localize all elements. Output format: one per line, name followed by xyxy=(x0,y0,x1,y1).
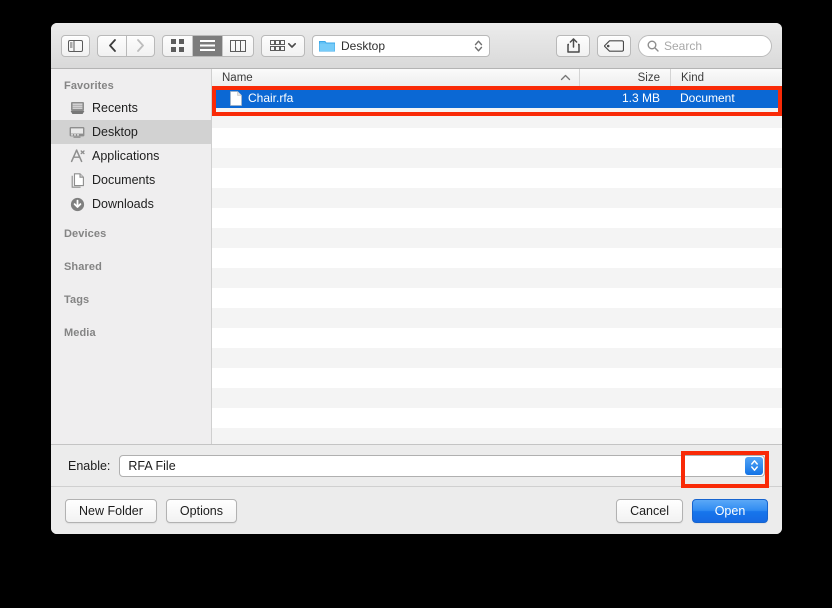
folder-icon xyxy=(319,41,335,52)
sidebar-item-recents[interactable]: Recents xyxy=(51,96,211,120)
location-popup-button[interactable]: Desktop xyxy=(312,34,490,57)
empty-row xyxy=(212,388,782,408)
sidebar-header-media: Media xyxy=(64,327,96,339)
table-row[interactable]: Chair.rfa 1.3 MB Document xyxy=(212,88,782,108)
enable-label: Enable: xyxy=(68,458,111,473)
list-icon xyxy=(200,40,215,51)
column-header-name[interactable]: Name xyxy=(212,72,579,84)
arrange-grid-icon xyxy=(270,39,285,51)
empty-row xyxy=(212,308,782,328)
sidebar-item-label: Applications xyxy=(92,149,160,163)
sidebar-header-tags: Tags xyxy=(64,294,90,306)
enable-select-value: RFA File xyxy=(128,458,176,473)
empty-row xyxy=(212,408,782,428)
sidebar-item-desktop[interactable]: Desktop xyxy=(51,120,211,144)
empty-row xyxy=(212,368,782,388)
column-header-row: Name Size Kind xyxy=(212,69,782,88)
sidebar-item-label: Documents xyxy=(92,173,156,187)
tag-icon xyxy=(604,39,624,52)
empty-row xyxy=(212,348,782,368)
grid-icon xyxy=(171,39,184,52)
dialog-body: Favorites Recents Desktop Applications D… xyxy=(51,69,782,444)
empty-row xyxy=(212,208,782,228)
search-placeholder: Search xyxy=(664,38,703,53)
empty-row xyxy=(212,108,782,128)
column-header-name-label: Name xyxy=(222,72,253,84)
file-list-pane: Name Size Kind Chair.rfa 1.3 MB Document xyxy=(212,69,782,444)
empty-row xyxy=(212,328,782,348)
options-button[interactable]: Options xyxy=(165,498,238,523)
empty-row xyxy=(212,428,782,444)
column-header-kind[interactable]: Kind xyxy=(670,69,782,87)
arrange-by-button[interactable] xyxy=(261,34,305,57)
enable-file-type-select[interactable]: RFA File xyxy=(119,454,765,477)
empty-row xyxy=(212,168,782,188)
document-file-icon xyxy=(230,90,242,106)
sidebar-item-label: Downloads xyxy=(92,197,154,211)
chevron-down-icon xyxy=(288,43,296,48)
empty-row xyxy=(212,148,782,168)
file-rows: Chair.rfa 1.3 MB Document xyxy=(212,88,782,444)
file-name-cell: Chair.rfa xyxy=(212,90,579,106)
toolbar: Desktop Search xyxy=(51,23,782,69)
sidebar-item-downloads[interactable]: Downloads xyxy=(51,192,211,216)
new-folder-button[interactable]: New Folder xyxy=(65,498,157,523)
file-size-cell: 1.3 MB xyxy=(621,91,660,105)
column-header-kind-label: Kind xyxy=(681,72,705,84)
share-button[interactable] xyxy=(556,34,590,57)
documents-icon xyxy=(69,172,85,188)
location-popup-label: Desktop xyxy=(341,38,386,53)
share-icon xyxy=(566,38,580,53)
cancel-button[interactable]: Cancel xyxy=(616,498,683,523)
empty-row xyxy=(212,228,782,248)
search-icon xyxy=(647,40,659,52)
desktop-icon xyxy=(69,124,85,140)
chevron-right-icon xyxy=(137,39,144,52)
sidebar-header-shared: Shared xyxy=(64,261,102,273)
navigation-buttons xyxy=(97,34,155,57)
empty-row xyxy=(212,288,782,308)
sidebar-header-devices: Devices xyxy=(64,228,107,240)
chevron-left-icon xyxy=(108,39,116,52)
column-view-button[interactable] xyxy=(223,36,253,56)
recents-icon xyxy=(69,100,85,116)
sidebar: Favorites Recents Desktop Applications D… xyxy=(51,69,212,444)
open-button[interactable]: Open xyxy=(692,498,768,523)
sidebar-header-favorites: Favorites xyxy=(64,80,114,92)
empty-row xyxy=(212,128,782,148)
file-name-label: Chair.rfa xyxy=(248,91,294,105)
empty-row xyxy=(212,268,782,288)
sidebar-toggle-icon xyxy=(68,39,83,52)
applications-icon xyxy=(69,148,85,164)
sidebar-toggle-button[interactable] xyxy=(61,34,90,57)
empty-row xyxy=(212,248,782,268)
file-kind-cell: Document xyxy=(680,91,735,105)
tag-button[interactable] xyxy=(597,34,631,57)
sort-ascending-icon xyxy=(560,73,571,83)
forward-button[interactable] xyxy=(126,34,155,57)
columns-icon xyxy=(230,39,246,52)
up-down-stepper-icon xyxy=(474,40,483,52)
open-file-dialog: Desktop Search Favorites Recents Desktop… xyxy=(51,23,782,534)
sidebar-item-documents[interactable]: Documents xyxy=(51,168,211,192)
downloads-icon xyxy=(69,196,85,212)
up-down-stepper-icon xyxy=(745,456,763,475)
column-header-size-label: Size xyxy=(637,72,660,84)
sidebar-item-label: Recents xyxy=(92,101,138,115)
column-header-size[interactable]: Size xyxy=(579,69,670,87)
sidebar-item-label: Desktop xyxy=(92,125,138,139)
list-view-button[interactable] xyxy=(193,35,223,56)
enable-filter-bar: Enable: RFA File xyxy=(51,444,782,486)
back-button[interactable] xyxy=(97,34,126,57)
sidebar-item-applications[interactable]: Applications xyxy=(51,144,211,168)
icon-view-button[interactable] xyxy=(163,35,193,56)
view-mode-segmented-control xyxy=(162,34,254,57)
empty-row xyxy=(212,188,782,208)
dialog-button-bar: New Folder Options Cancel Open xyxy=(51,486,782,534)
search-input[interactable]: Search xyxy=(638,34,772,57)
